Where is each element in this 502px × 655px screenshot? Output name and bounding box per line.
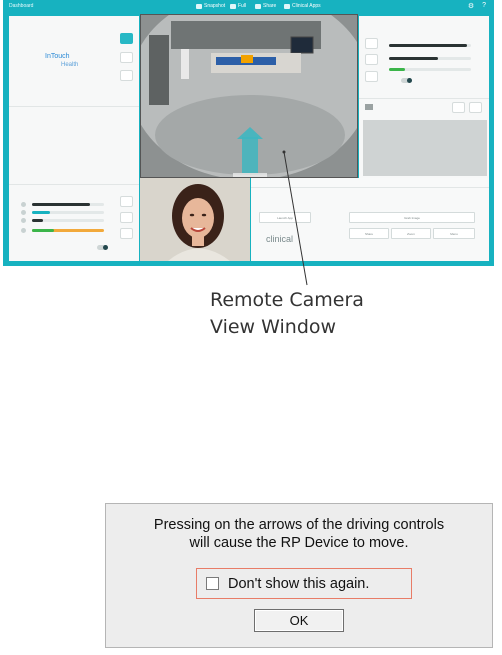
side-button-2[interactable]	[120, 52, 133, 63]
film-icon	[230, 3, 236, 9]
help-icon[interactable]: ?	[482, 2, 486, 10]
right-slider-1[interactable]	[389, 44, 471, 47]
chat-button[interactable]	[120, 228, 133, 239]
hospital-room-image	[141, 15, 357, 177]
grab-image-button[interactable]: Grab Image	[349, 212, 475, 223]
right-slider-2[interactable]	[389, 57, 471, 60]
callout-line-1: Remote Camera	[210, 289, 364, 311]
menu-button[interactable]: Menu	[433, 228, 475, 239]
side-button-4[interactable]	[120, 196, 133, 207]
camera-settings-button[interactable]	[365, 54, 378, 65]
image-button[interactable]	[469, 102, 482, 113]
mic-settings-button[interactable]	[365, 71, 378, 82]
grid-icon[interactable]	[365, 104, 373, 110]
callout-label: Remote Camera View Window	[210, 287, 364, 341]
mic-slider[interactable]	[21, 210, 104, 215]
right-button-1[interactable]	[365, 38, 378, 49]
driving-warning-dialog: Pressing on the arrows of the driving co…	[105, 503, 493, 648]
clipboard-icon	[284, 3, 290, 9]
app-title: Dashboard	[9, 3, 34, 9]
gain-slider[interactable]	[21, 218, 104, 223]
top-bar: Dashboard Snapshot Full Share Clinical A…	[3, 0, 494, 14]
self-view-portrait	[140, 178, 250, 261]
speaker-icon	[21, 202, 26, 207]
right-slider-3[interactable]	[389, 68, 471, 71]
clinical-brand: clinical	[266, 234, 294, 244]
app-screenshot: Dashboard Snapshot Full Share Clinical A…	[3, 0, 494, 266]
mic-icon	[21, 210, 26, 215]
local-video-view	[140, 178, 250, 261]
share-button[interactable]: Share	[349, 228, 389, 239]
ok-button[interactable]: OK	[254, 609, 344, 632]
camera-button[interactable]	[120, 212, 133, 223]
share-icon	[255, 3, 261, 9]
callout-line-2: View Window	[210, 316, 337, 338]
level-icon	[21, 228, 26, 233]
preview-thumbnail	[363, 120, 487, 176]
folder-button[interactable]	[452, 102, 465, 113]
mute-toggle[interactable]	[97, 245, 108, 250]
gain-icon	[21, 218, 26, 223]
right-toggle[interactable]	[401, 78, 412, 83]
gear-icon[interactable]: ⚙	[468, 2, 474, 10]
divider	[359, 98, 489, 99]
share-menu-item[interactable]: Share	[255, 3, 276, 9]
dont-show-again-checkbox[interactable]	[206, 577, 219, 590]
zoom-button[interactable]: Zoom	[391, 228, 431, 239]
clinical-apps-menu-item[interactable]: Clinical Apps	[284, 3, 321, 9]
side-button-3[interactable]	[120, 70, 133, 81]
top-right-icons: ⚙ ?	[468, 2, 486, 10]
volume-slider[interactable]	[21, 202, 104, 207]
launch-app-button[interactable]: Launch App	[259, 212, 311, 223]
divider	[9, 184, 139, 185]
dont-show-again-option[interactable]: Don't show this again.	[196, 568, 412, 599]
left-panel: InTouch Health	[9, 16, 139, 261]
dialog-message: Pressing on the arrows of the driving co…	[153, 517, 445, 551]
full-menu-item[interactable]: Full	[230, 3, 246, 9]
snapshot-menu-item[interactable]: Snapshot	[196, 3, 225, 9]
remote-camera-view[interactable]	[140, 14, 358, 178]
intouch-logo: InTouch Health	[45, 53, 79, 68]
camera-icon	[196, 3, 202, 9]
controls-panel: Launch App Grab Image Share Zoom Menu cl…	[251, 178, 489, 261]
dont-show-again-label: Don't show this again.	[228, 575, 370, 592]
divider	[9, 106, 139, 107]
level-slider[interactable]	[21, 228, 104, 233]
side-button-1[interactable]	[120, 33, 133, 44]
right-panel	[359, 16, 489, 178]
divider	[251, 187, 489, 188]
